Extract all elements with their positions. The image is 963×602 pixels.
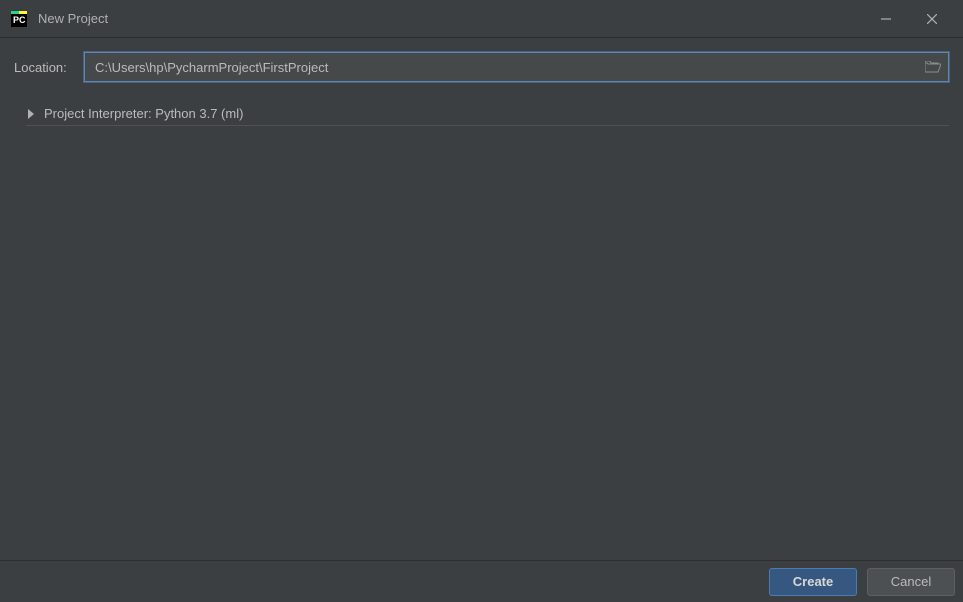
- location-input-wrap: [84, 52, 949, 82]
- location-label: Location:: [14, 60, 74, 75]
- minimize-button[interactable]: [863, 1, 909, 37]
- content-area: Location: Project Interpreter: Python 3.…: [0, 38, 963, 140]
- svg-text:PC: PC: [13, 15, 26, 25]
- location-input[interactable]: [85, 53, 918, 81]
- create-button[interactable]: Create: [769, 568, 857, 596]
- pycharm-icon: PC: [10, 10, 28, 28]
- chevron-right-icon: [26, 109, 36, 119]
- titlebar: PC New Project: [0, 0, 963, 38]
- window-controls: [863, 1, 955, 37]
- interpreter-label: Project Interpreter: Python 3.7 (ml): [44, 106, 243, 121]
- window-title: New Project: [38, 11, 863, 26]
- close-button[interactable]: [909, 1, 955, 37]
- location-row: Location:: [14, 52, 949, 82]
- cancel-button[interactable]: Cancel: [867, 568, 955, 596]
- interpreter-row[interactable]: Project Interpreter: Python 3.7 (ml): [26, 102, 949, 126]
- browse-folder-icon[interactable]: [918, 53, 948, 81]
- button-bar: Create Cancel: [0, 560, 963, 602]
